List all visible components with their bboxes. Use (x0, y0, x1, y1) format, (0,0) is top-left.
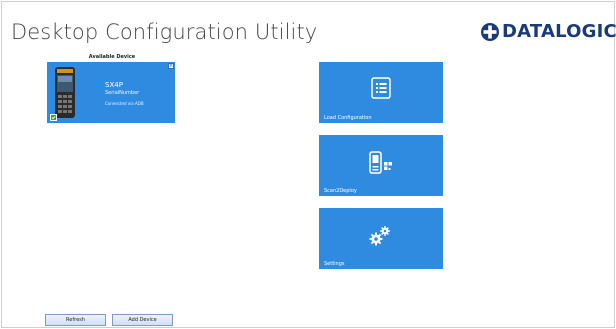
list-document-icon (371, 77, 391, 99)
tile-load-configuration[interactable]: Load Configuration (319, 62, 443, 123)
remove-device-icon[interactable]: × (168, 63, 174, 69)
tile-scan2deploy[interactable]: Scan2Deploy (319, 135, 443, 196)
tile-label: Load Configuration (324, 115, 372, 121)
brand-logo: DATALOGIC (480, 21, 616, 43)
checkmark-icon (50, 114, 57, 121)
tile-settings[interactable]: Settings (319, 208, 443, 269)
gears-icon (369, 226, 390, 246)
device-connection-status: Connected via ADB (105, 101, 144, 106)
brand-wordmark: DATALOGIC (502, 21, 616, 42)
refresh-button[interactable]: Refresh (45, 314, 106, 326)
tile-label: Scan2Deploy (324, 188, 357, 194)
add-device-button[interactable]: Add Device (112, 314, 173, 326)
available-device-heading: Available Device (88, 54, 136, 60)
device-card[interactable]: SX4P SerialNumber Connected via ADB × (47, 62, 175, 123)
device-name: SX4P (105, 81, 123, 89)
device-photo (55, 67, 75, 118)
datalogic-logo-icon (481, 23, 499, 41)
tile-label: Settings (324, 261, 345, 267)
phone-qr-icon (369, 151, 392, 174)
device-serial: SerialNumber (105, 90, 140, 96)
app-window: Desktop Configuration Utility DATALOGIC … (1, 1, 616, 328)
app-title: Desktop Configuration Utility (11, 20, 318, 44)
